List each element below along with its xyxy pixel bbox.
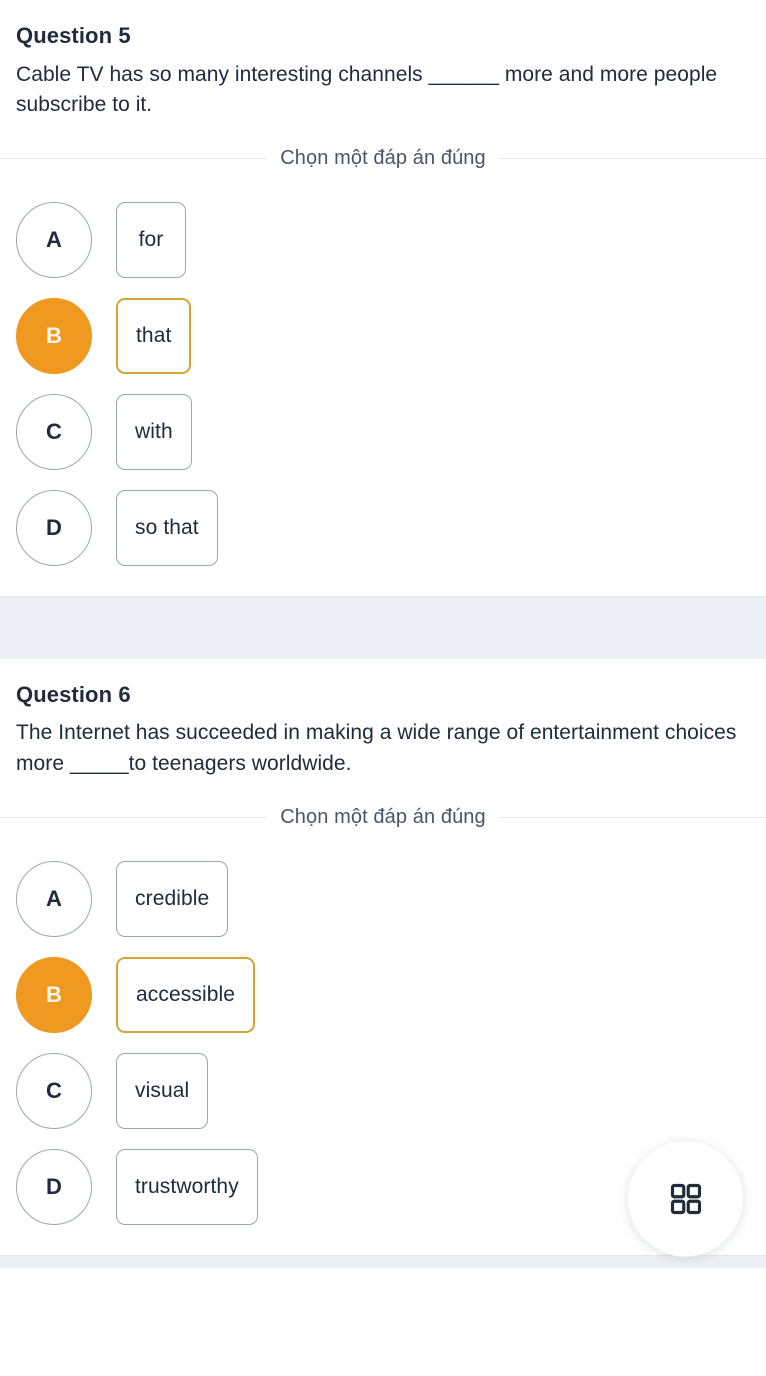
option-letter-5-a[interactable]: A (16, 201, 92, 278)
section-spacer (0, 575, 766, 596)
option-label-5-d[interactable]: so that (116, 489, 218, 566)
bottom-separator-band (0, 1254, 766, 1268)
question-navigator-button[interactable] (627, 1140, 744, 1257)
divider-rule-right (499, 157, 766, 159)
option-label-6-c[interactable]: visual (116, 1052, 209, 1129)
choose-answer-label-6: Chọn một đáp án đúng (280, 805, 486, 828)
option-label-5-b[interactable]: that (116, 297, 192, 374)
grid-2x2-icon (668, 1181, 704, 1217)
option-letter-5-d[interactable]: D (16, 489, 92, 566)
option-letter-6-a[interactable]: A (16, 860, 92, 937)
question-title-6: Question 6 (16, 681, 131, 707)
option-label-5-a[interactable]: for (116, 201, 186, 278)
choose-answer-divider-5: Chọn một đáp án đúng (0, 147, 766, 170)
quiz-page: Question 5 Cable TV has so many interest… (0, 0, 766, 1376)
question-text-5: Cable TV has so many interesting channel… (16, 62, 718, 117)
option-letter-6-c[interactable]: C (16, 1052, 92, 1129)
option-row-6-b[interactable]: B accessible (16, 947, 750, 1043)
option-label-6-b[interactable]: accessible (116, 956, 256, 1033)
option-row-5-d[interactable]: D so that (16, 480, 750, 576)
option-row-5-c[interactable]: C with (16, 384, 750, 480)
option-row-5-a[interactable]: A for (16, 192, 750, 288)
divider-rule-left (0, 816, 267, 818)
option-row-6-a[interactable]: A credible (16, 851, 750, 947)
options-list-5: A for B that C with D so that (0, 192, 766, 576)
option-letter-6-b[interactable]: B (16, 956, 92, 1033)
choose-answer-divider-6: Chọn một đáp án đúng (0, 806, 766, 829)
option-row-6-c[interactable]: C visual (16, 1043, 750, 1139)
option-letter-6-d[interactable]: D (16, 1148, 92, 1225)
option-label-6-d[interactable]: trustworthy (116, 1148, 258, 1225)
divider-rule-left (0, 157, 267, 159)
choose-answer-label-5: Chọn một đáp án đúng (280, 146, 486, 169)
option-letter-5-c[interactable]: C (16, 393, 92, 470)
option-letter-5-b[interactable]: B (16, 297, 92, 374)
question-block-6: Question 6 The Internet has succeeded in… (0, 658, 766, 829)
question-separator-band (0, 595, 766, 659)
question-text-6: The Internet has succeeded in making a w… (16, 721, 737, 775)
question-block-5: Question 5 Cable TV has so many interest… (0, 0, 766, 170)
option-label-5-c[interactable]: with (116, 393, 192, 470)
option-label-6-a[interactable]: credible (116, 860, 229, 937)
question-title-5: Question 5 (16, 23, 131, 48)
option-row-5-b[interactable]: B that (16, 288, 750, 384)
divider-rule-right (499, 816, 766, 818)
